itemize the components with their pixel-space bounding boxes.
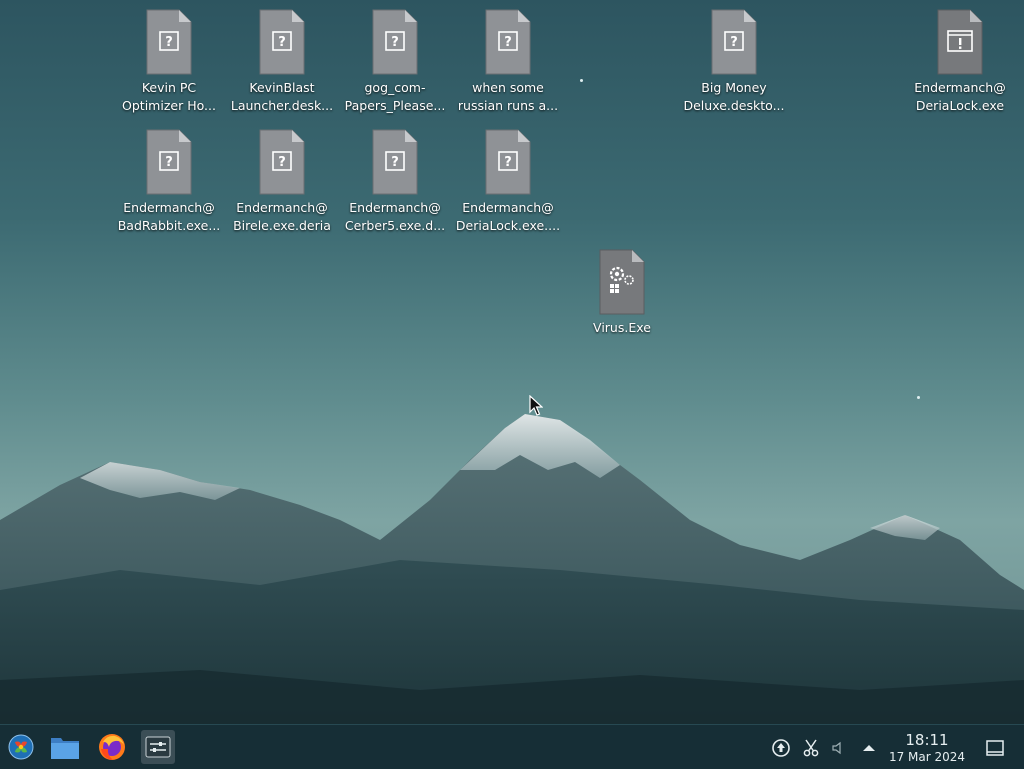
clock-time: 18:11 [905, 731, 949, 749]
file-manager-button[interactable] [48, 730, 82, 764]
unknown-file-icon: ? [485, 129, 531, 195]
taskbar: 18:11 17 Mar 2024 [0, 724, 1024, 769]
firefox-button[interactable] [95, 730, 129, 764]
desktop-icon-virus-exe[interactable]: Virus.Exe [567, 248, 677, 337]
expand-tray-arrow-icon [863, 745, 875, 751]
desktop-icon-cerber5[interactable]: ? Endermanch@ Cerber5.exe.d... [340, 128, 450, 235]
kde-start-icon [8, 734, 34, 760]
volume-tray-button[interactable] [826, 737, 848, 759]
mouse-cursor-icon [529, 395, 543, 416]
desktop-icon-label: Endermanch@ DeriaLock.exe.... [455, 200, 561, 233]
unknown-file-icon: ? [146, 9, 192, 75]
desktop-icon-kevinblast-launcher[interactable]: ? KevinBlast Launcher.desk... [227, 8, 337, 115]
svg-text:?: ? [504, 155, 512, 170]
unknown-file-icon: ? [372, 9, 418, 75]
show-desktop-icon [986, 740, 1004, 756]
desktop-icon-label: KevinBlast Launcher.desk... [230, 80, 334, 113]
show-desktop-button[interactable] [984, 737, 1006, 759]
desktop-icon-label: gog_com- Papers_Please... [344, 80, 446, 113]
desktop-icon-when-some-russian[interactable]: ? when some russian runs a... [453, 8, 563, 115]
desktop-icon-kevin-pc-optimizer[interactable]: ? Kevin PC Optimizer Ho... [114, 8, 224, 115]
svg-text:?: ? [391, 35, 399, 50]
desktop-icon-label: when some russian runs a... [457, 80, 559, 113]
system-settings-button[interactable] [141, 730, 175, 764]
settings-sliders-icon [145, 736, 171, 758]
unknown-file-icon: ? [372, 129, 418, 195]
digital-clock[interactable]: 18:11 17 Mar 2024 [878, 730, 976, 765]
updates-tray-button[interactable] [770, 737, 792, 759]
desktop-icon-label: Big Money Deluxe.deskto... [683, 80, 785, 113]
clipboard-scissors-icon [803, 739, 819, 757]
unknown-file-icon: ? [146, 129, 192, 195]
svg-text:?: ? [504, 35, 512, 50]
svg-text:?: ? [165, 155, 173, 170]
volume-icon [832, 741, 841, 755]
application-launcher-button[interactable] [4, 730, 38, 764]
updates-icon [772, 739, 790, 757]
clock-date: 17 Mar 2024 [888, 750, 966, 764]
desktop-icon-label: Kevin PC Optimizer Ho... [122, 80, 216, 113]
svg-text:?: ? [391, 155, 399, 170]
svg-text:?: ? [278, 155, 286, 170]
svg-text:?: ? [278, 35, 286, 50]
desktop-icon-derialock-exe[interactable]: Endermanch@ DeriaLock.exe [905, 8, 1015, 115]
svg-text:?: ? [165, 35, 173, 50]
folder-icon [51, 738, 79, 759]
unknown-file-icon: ? [485, 9, 531, 75]
unknown-file-icon: ? [259, 129, 305, 195]
star [580, 79, 583, 82]
unknown-file-icon: ? [259, 9, 305, 75]
desktop-icon-label: Virus.Exe [593, 320, 651, 335]
unknown-file-icon: ? [711, 9, 757, 75]
desktop-icon-papers-please[interactable]: ? gog_com- Papers_Please... [340, 8, 450, 115]
desktop-icon-badrabbit[interactable]: ? Endermanch@ BadRabbit.exe... [114, 128, 224, 235]
desktop-icon-derialock-renamed[interactable]: ? Endermanch@ DeriaLock.exe.... [453, 128, 563, 235]
desktop-icon-birele[interactable]: ? Endermanch@ Birele.exe.deria [227, 128, 337, 235]
desktop: ? Kevin PC Optimizer Ho... ? KevinBlast … [0, 0, 1024, 724]
desktop-icon-label: Endermanch@ BadRabbit.exe... [117, 200, 221, 233]
svg-text:?: ? [730, 35, 738, 50]
firefox-icon [99, 734, 125, 760]
desktop-icon-big-money-deluxe[interactable]: ? Big Money Deluxe.deskto... [679, 8, 789, 115]
desktop-icon-label: Endermanch@ Cerber5.exe.d... [344, 200, 446, 233]
desktop-icon-label: Endermanch@ Birele.exe.deria [233, 200, 331, 233]
clipboard-tray-button[interactable] [800, 737, 822, 759]
executable-gear-icon [599, 249, 645, 315]
star [917, 396, 920, 399]
executable-warning-icon [937, 9, 983, 75]
desktop-icon-label: Endermanch@ DeriaLock.exe [914, 80, 1006, 113]
expand-tray-button[interactable] [858, 737, 880, 759]
